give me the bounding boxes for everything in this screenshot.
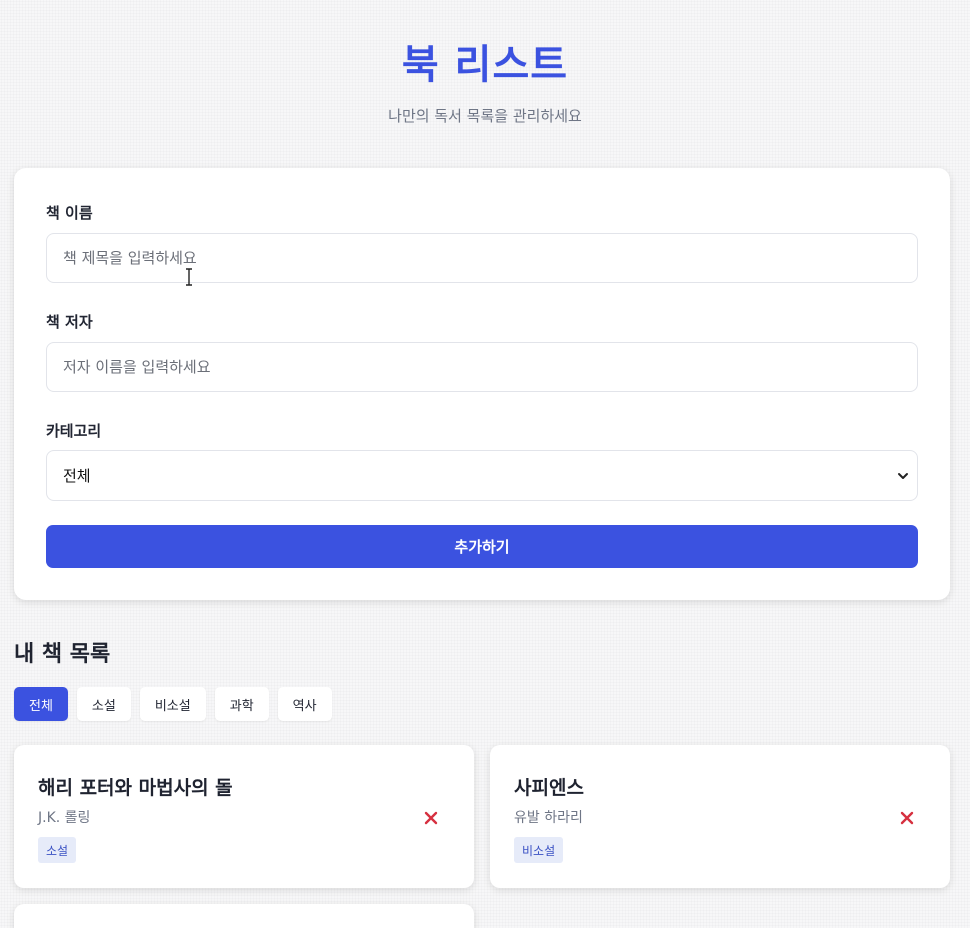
filter-nonfiction-button[interactable]: 비소설 bbox=[139, 687, 206, 721]
chevron-down-icon bbox=[898, 472, 908, 479]
text-cursor-icon bbox=[186, 268, 192, 286]
book-list-heading: 내 책 목록 bbox=[14, 642, 111, 667]
book-category-tag: 비소설 bbox=[514, 837, 564, 863]
category-filters: 전체 소설 비소설 과학 역사 bbox=[14, 687, 332, 721]
close-icon bbox=[900, 811, 914, 825]
book-author: J.K. 롤링 bbox=[38, 810, 91, 826]
book-author-label: 책 저자 bbox=[46, 313, 93, 331]
book-title-input[interactable] bbox=[46, 233, 918, 283]
book-card: 사피엔스 유발 하라리 비소설 bbox=[490, 745, 950, 888]
book-author: 유발 하라리 bbox=[514, 810, 583, 826]
book-card-partial bbox=[14, 904, 474, 928]
add-book-button[interactable]: 추가하기 bbox=[46, 525, 918, 568]
delete-book-button[interactable] bbox=[422, 809, 440, 827]
page: 북 리스트 나만의 독서 목록을 관리하세요 책 이름 책 저자 카테고리 전체… bbox=[0, 0, 970, 928]
add-book-form: 책 이름 책 저자 카테고리 전체 추가하기 bbox=[14, 168, 950, 600]
category-selected-value: 전체 bbox=[63, 467, 91, 485]
category-select[interactable]: 전체 bbox=[46, 450, 918, 501]
filter-fiction-button[interactable]: 소설 bbox=[76, 687, 131, 721]
filter-science-button[interactable]: 과학 bbox=[214, 687, 269, 721]
close-icon bbox=[424, 811, 438, 825]
book-title: 사피엔스 bbox=[514, 777, 584, 799]
delete-book-button[interactable] bbox=[898, 809, 916, 827]
category-label: 카테고리 bbox=[46, 422, 102, 440]
filter-all-button[interactable]: 전체 bbox=[14, 687, 68, 721]
book-category-tag: 소설 bbox=[38, 837, 77, 863]
book-title-label: 책 이름 bbox=[46, 204, 93, 222]
filter-history-button[interactable]: 역사 bbox=[277, 687, 332, 721]
page-subtitle: 나만의 독서 목록을 관리하세요 bbox=[388, 107, 582, 125]
book-title: 해리 포터와 마법사의 돌 bbox=[38, 777, 233, 799]
book-card: 해리 포터와 마법사의 돌 J.K. 롤링 소설 bbox=[14, 745, 474, 888]
page-title: 북 리스트 bbox=[401, 42, 569, 88]
book-author-input[interactable] bbox=[46, 342, 918, 392]
